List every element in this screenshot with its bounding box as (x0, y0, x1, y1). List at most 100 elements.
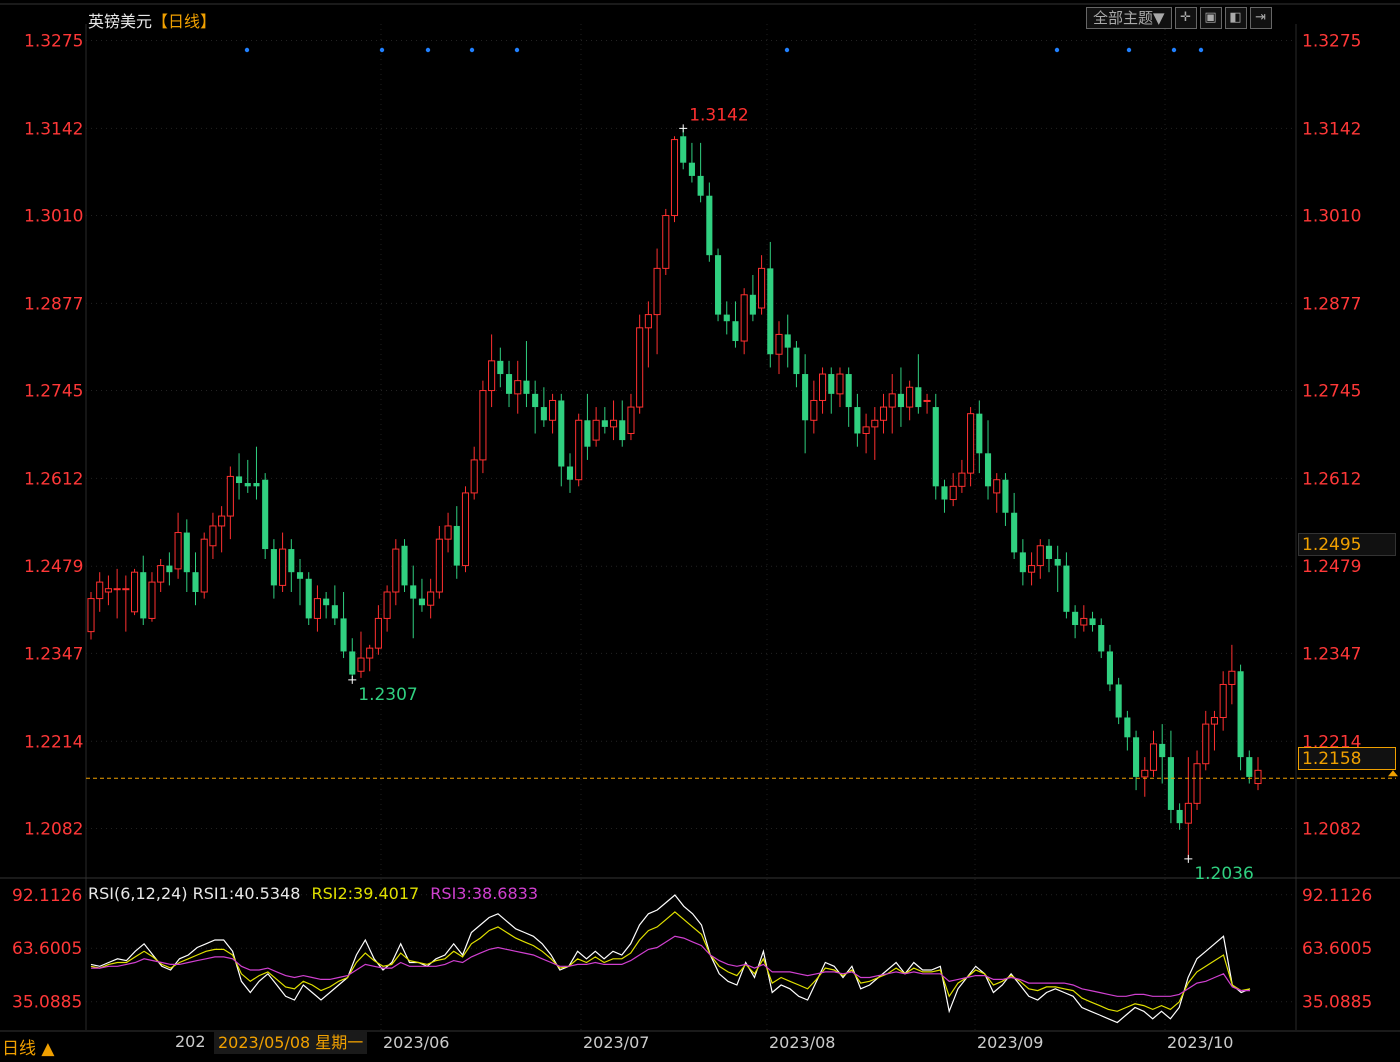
candle-body (1219, 683, 1227, 718)
rsi-line-3 (91, 935, 1250, 997)
candle-body (374, 617, 382, 649)
candle (532, 380, 539, 434)
candle (784, 314, 791, 368)
rsi-legend: RSI(6,12,24) RSI1:40.5348 RSI2:39.4017 R… (88, 884, 538, 903)
candle-body (1028, 565, 1036, 573)
candle-body (392, 548, 400, 593)
candle-body (148, 581, 156, 619)
candle (444, 512, 452, 553)
candle (993, 473, 1001, 513)
extreme-marker (1184, 854, 1193, 863)
candle (505, 360, 513, 408)
candle (836, 367, 844, 408)
candle (340, 592, 347, 659)
candle (461, 486, 470, 573)
candle-body (680, 136, 687, 163)
event-marker (379, 47, 385, 53)
candle-body (279, 548, 287, 586)
candle (1254, 757, 1262, 791)
window-icon[interactable]: ▣ (1199, 7, 1222, 29)
candle (183, 519, 190, 592)
candle (723, 301, 730, 335)
candle (523, 341, 530, 408)
candle-body (932, 407, 939, 487)
candle (296, 558, 304, 606)
candle-body (688, 162, 695, 176)
candle (1072, 605, 1079, 639)
candle (104, 575, 112, 606)
rsi-line-2 (90, 911, 1251, 1012)
candle (862, 413, 870, 454)
candle-body (1167, 757, 1174, 810)
candle-body (166, 565, 173, 573)
chart-toolbar: 全部主题▼ ✛ ▣ ◧ ⇥ (1086, 7, 1272, 29)
candle-body (1019, 552, 1026, 573)
candle (740, 288, 748, 355)
candle-body (461, 492, 470, 567)
candle-body (967, 413, 975, 474)
candle (1141, 757, 1149, 797)
candle (662, 208, 670, 275)
price-tick-right: 1.2612 (1302, 469, 1361, 489)
candle-body (575, 419, 583, 481)
candle (619, 400, 626, 447)
candle-body (427, 591, 435, 606)
candle (932, 393, 939, 500)
candle-body (1063, 565, 1070, 612)
candle-body (87, 598, 95, 633)
candle (627, 393, 635, 441)
candle (793, 341, 800, 388)
event-marker (1171, 47, 1177, 53)
date-tick-label: 2023/09 (977, 1033, 1043, 1052)
candle-body (854, 407, 861, 434)
candle (636, 314, 644, 414)
period-label[interactable]: 【日线】 (152, 12, 216, 31)
candle (732, 301, 739, 348)
candle (497, 347, 504, 388)
candle (200, 532, 208, 599)
candle-body (313, 598, 321, 619)
rsi2-value: RSI2:39.4017 (311, 884, 420, 903)
candle (410, 565, 417, 639)
date-tick-label: 2023/08 (769, 1033, 835, 1052)
candle (1019, 539, 1026, 586)
candle-body (96, 581, 104, 600)
candle (758, 255, 766, 315)
event-marker (1198, 47, 1204, 53)
candle (592, 407, 600, 447)
candle-body (584, 420, 591, 447)
candle (366, 644, 374, 672)
candle-body (723, 314, 730, 322)
candle-body (601, 420, 608, 427)
candle (96, 572, 104, 612)
price-tick-left: 1.2214 (24, 732, 83, 752)
candle-body (749, 294, 756, 315)
period-toggle[interactable]: 日线 ▲ (2, 1034, 54, 1059)
candle-body (236, 476, 243, 484)
candle-body (740, 294, 748, 342)
event-marker (784, 47, 790, 53)
price-tick-right: 1.3275 (1302, 32, 1361, 52)
candle (967, 407, 975, 487)
price-tick-left: 1.2479 (24, 557, 83, 577)
candle (601, 407, 608, 434)
candle (767, 241, 774, 368)
candle (470, 446, 478, 500)
candle (575, 413, 583, 487)
candle (584, 393, 591, 460)
candle-body (1254, 769, 1262, 785)
candle-body (453, 525, 460, 566)
candle (775, 321, 783, 375)
candle (888, 374, 896, 434)
candle (819, 367, 827, 414)
restore-icon[interactable]: ◧ (1224, 7, 1247, 29)
candle-body (871, 419, 879, 428)
theme-dropdown-button[interactable]: 全部主题▼ (1086, 7, 1172, 29)
candle-body (366, 647, 374, 659)
crosshair-icon[interactable]: ✛ (1174, 7, 1197, 29)
collapse-icon[interactable]: ⇥ (1249, 7, 1272, 29)
candle (697, 142, 704, 203)
candle (1011, 492, 1018, 559)
candle-body (915, 387, 922, 408)
candle-body (218, 515, 226, 527)
